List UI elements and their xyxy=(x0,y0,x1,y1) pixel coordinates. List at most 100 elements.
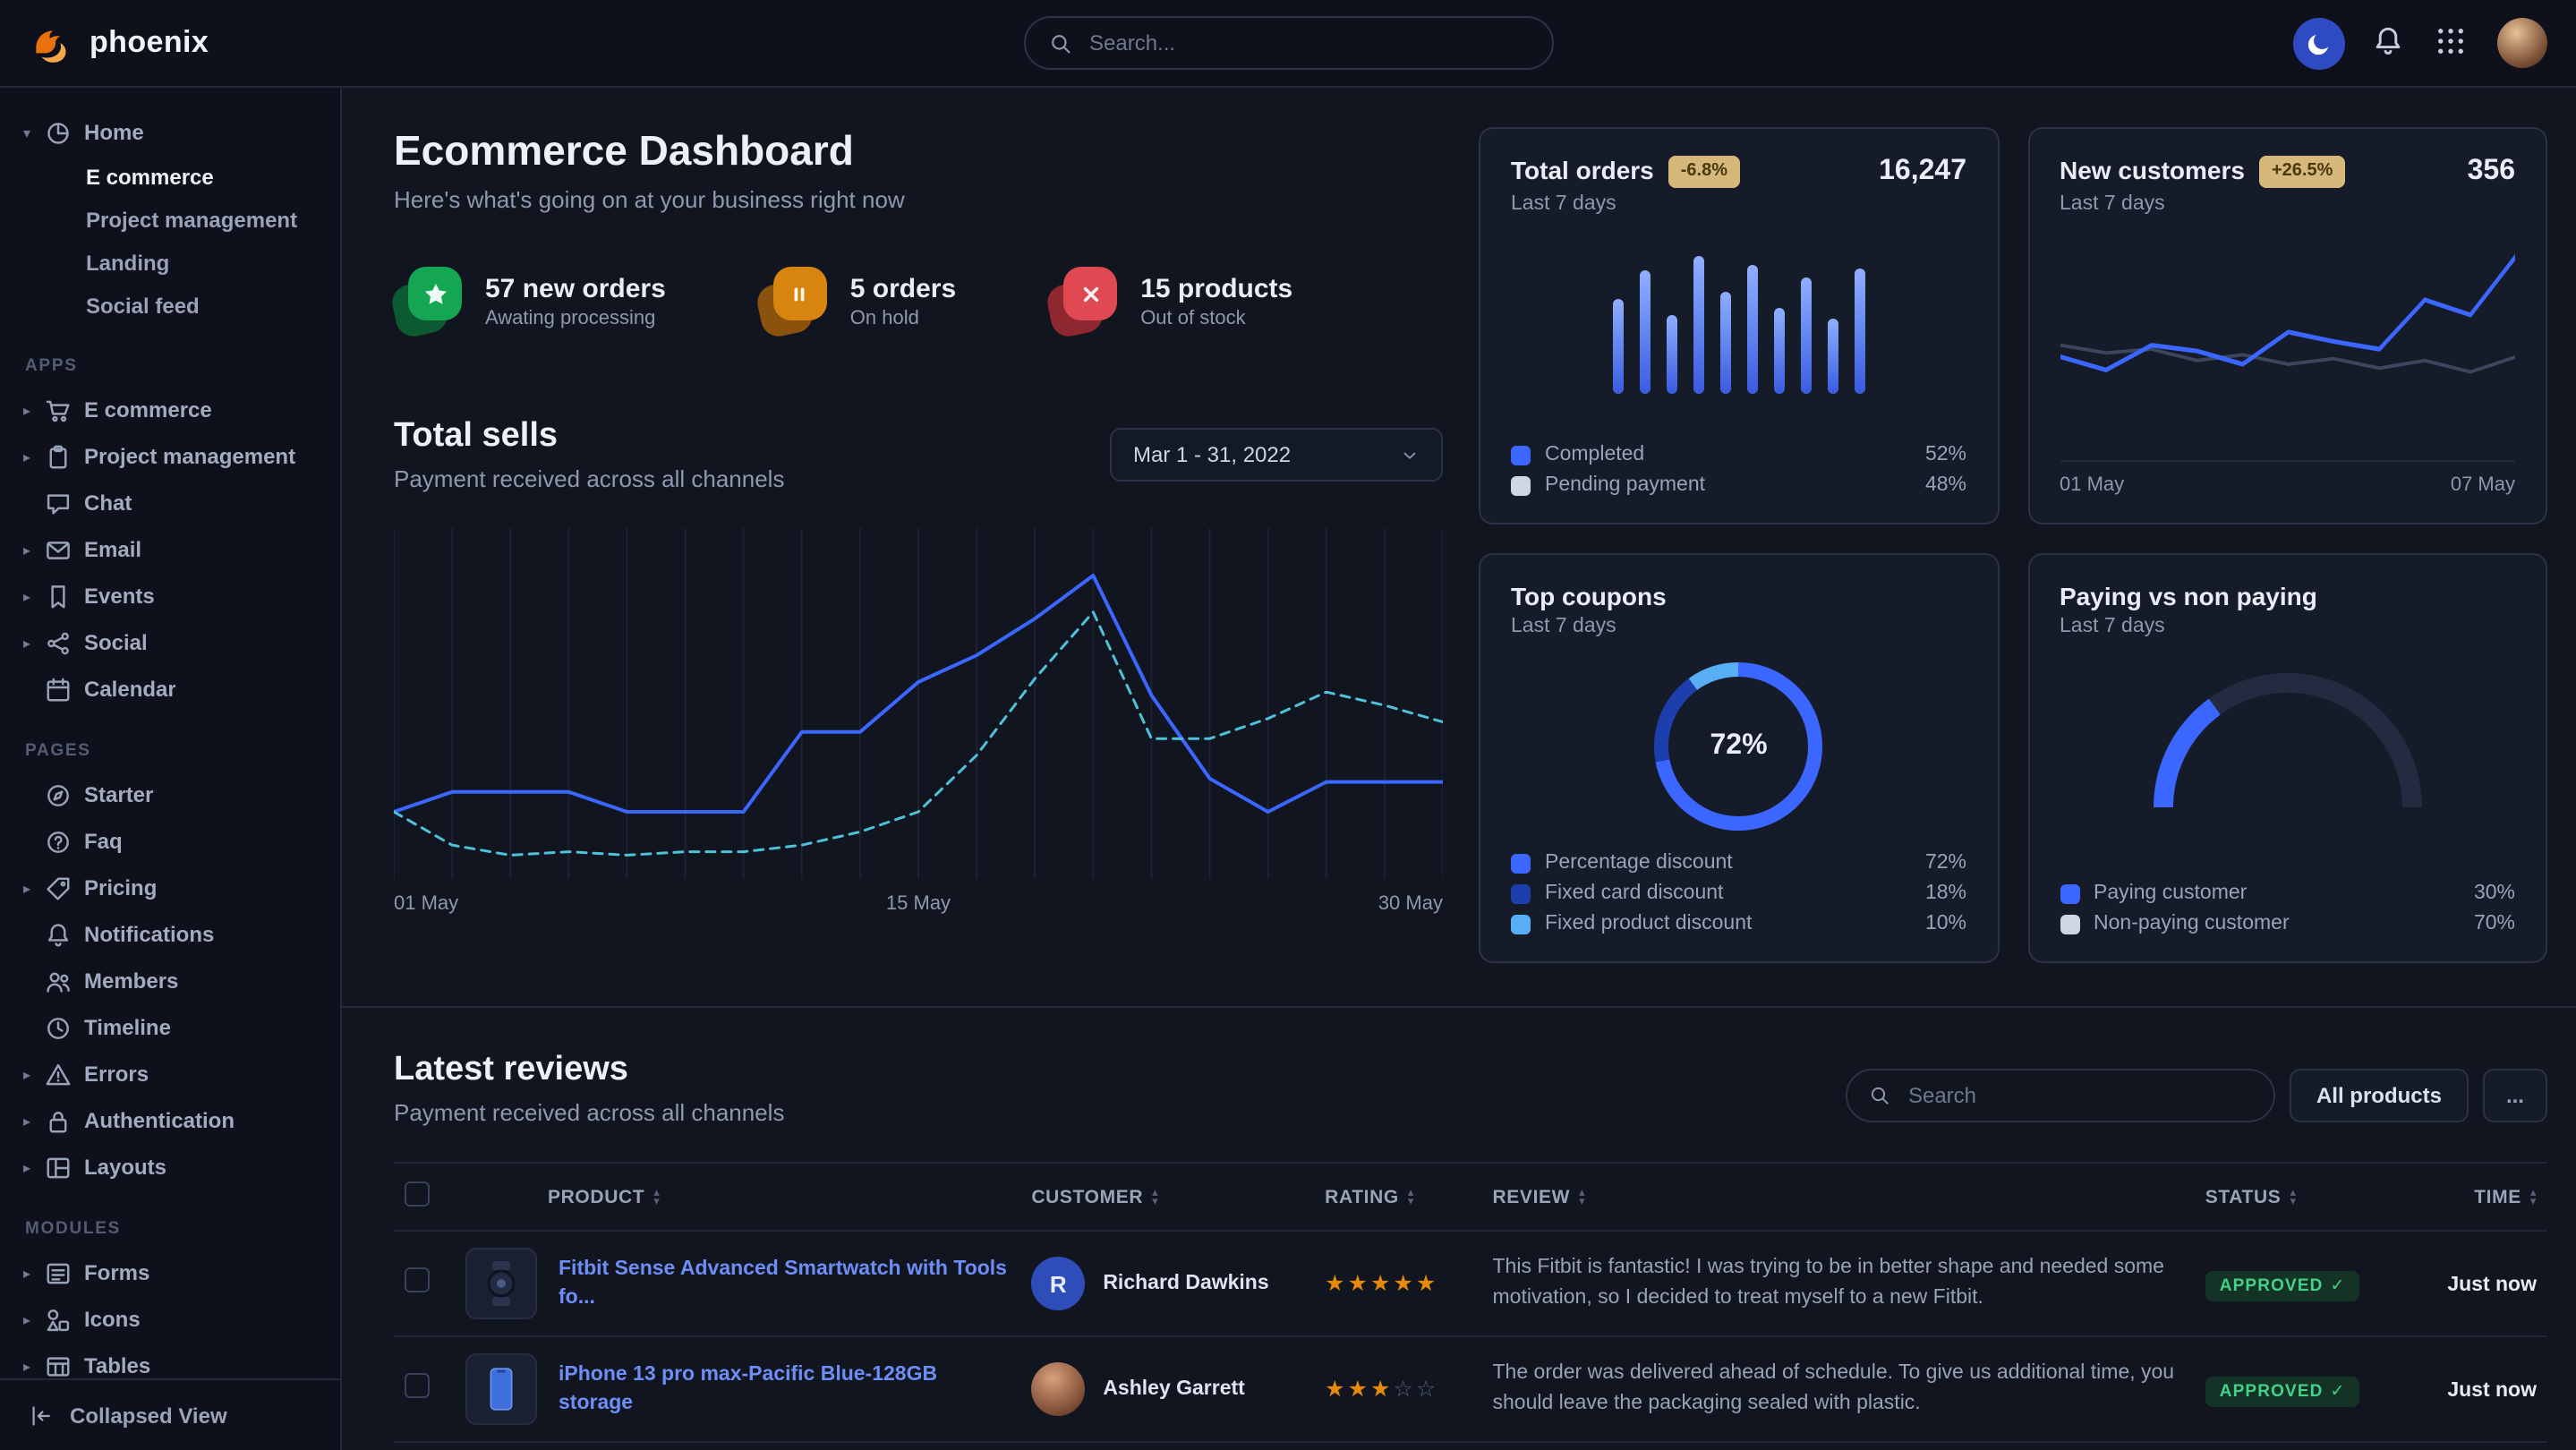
sidebar-item-pricing[interactable]: ▸ Pricing xyxy=(0,865,340,911)
legend-swatch xyxy=(2060,883,2079,903)
card-legend: Percentage discount 72% Fixed card disco… xyxy=(1511,852,1966,934)
tag-icon xyxy=(45,874,72,901)
brand-name: phoenix xyxy=(90,25,209,61)
row-checkbox[interactable] xyxy=(405,1267,430,1292)
legend-value: 30% xyxy=(2474,883,2515,904)
column-header-status[interactable]: STATUS▴▾ xyxy=(2195,1163,2404,1231)
chevron-down-icon xyxy=(1400,445,1420,465)
reviews-search[interactable] xyxy=(1846,1069,2275,1122)
sidebar-item-social-feed[interactable]: Social feed xyxy=(0,285,340,328)
sidebar-item-layouts[interactable]: ▸ Layouts xyxy=(0,1144,340,1190)
calendar-icon xyxy=(45,676,72,703)
card-value: 356 xyxy=(2468,156,2515,188)
stat-caption: On hold xyxy=(850,307,956,328)
shell: ▾ HomeE commerceProject managementLandin… xyxy=(0,88,2576,1450)
sort-icon: ▴▾ xyxy=(1152,1188,1158,1206)
sidebar-item-project-management[interactable]: Project management xyxy=(0,199,340,242)
sidebar-item-members[interactable]: Members xyxy=(0,958,340,1004)
shapes-icon xyxy=(45,1306,72,1333)
sidebar-item-icons[interactable]: ▸ Icons xyxy=(0,1296,340,1343)
caret-right-icon: ▸ xyxy=(23,1159,43,1175)
reviews-search-input[interactable] xyxy=(1905,1081,2252,1110)
form-icon xyxy=(45,1259,72,1286)
sidebar-item-e-commerce[interactable]: E commerce xyxy=(0,156,340,199)
brand[interactable]: phoenix xyxy=(29,21,209,65)
sidebar-item-email[interactable]: ▸ Email xyxy=(0,526,340,573)
legend-label: Fixed card discount xyxy=(1545,883,1723,904)
more-options-button[interactable]: ... xyxy=(2483,1069,2547,1122)
pie-chart-icon xyxy=(45,119,72,146)
bell-icon xyxy=(45,921,72,948)
sidebar-item-chat[interactable]: Chat xyxy=(0,480,340,526)
legend-value: 18% xyxy=(1925,883,1966,904)
sidebar: ▾ HomeE commerceProject managementLandin… xyxy=(0,88,342,1450)
legend-row: Pending payment 48% xyxy=(1511,474,1966,496)
order-bar xyxy=(1640,271,1651,394)
sidebar-item-starter[interactable]: Starter xyxy=(0,772,340,818)
warning-icon xyxy=(45,1061,72,1088)
sidebar-item-project-management[interactable]: ▸ Project management xyxy=(0,433,340,480)
sidebar-item-tables[interactable]: ▸ Tables xyxy=(0,1343,340,1378)
sidebar-item-home[interactable]: ▾ Home xyxy=(0,109,340,156)
x-axis-label: 01 May xyxy=(2060,474,2124,496)
check-icon: ✓ xyxy=(2331,1381,2346,1401)
sort-icon: ▴▾ xyxy=(1579,1188,1585,1206)
product-thumbnail-smartphone xyxy=(465,1353,537,1425)
caret-right-icon: ▸ xyxy=(23,1358,43,1374)
column-header-product[interactable]: PRODUCT▴▾ xyxy=(455,1163,1020,1231)
theme-toggle-button[interactable] xyxy=(2293,17,2345,69)
legend-value: 70% xyxy=(2474,913,2515,934)
mail-icon xyxy=(45,536,72,563)
legend-swatch xyxy=(1511,914,1531,934)
notifications-button[interactable] xyxy=(2372,25,2408,61)
sidebar-item-forms[interactable]: ▸ Forms xyxy=(0,1250,340,1296)
column-header-rating[interactable]: RATING▴▾ xyxy=(1314,1163,1481,1231)
product-link[interactable]: iPhone 13 pro max-Pacific Blue-128GB sto… xyxy=(559,1360,1010,1418)
customer-name: Ashley Garrett xyxy=(1103,1378,1245,1400)
question-icon xyxy=(45,828,72,855)
all-products-button[interactable]: All products xyxy=(2290,1069,2469,1122)
sidebar-item-events[interactable]: ▸ Events xyxy=(0,573,340,619)
apps-grid-button[interactable] xyxy=(2435,25,2470,61)
customer-avatar[interactable]: R xyxy=(1031,1257,1085,1310)
orders-bar-chart xyxy=(1511,236,1966,394)
sidebar-item-faq[interactable]: Faq xyxy=(0,818,340,865)
order-bar xyxy=(1774,307,1785,394)
layout-icon xyxy=(45,1154,72,1181)
sidebar-item-e-commerce[interactable]: ▸ E commerce xyxy=(0,387,340,433)
date-range-select[interactable]: Mar 1 - 31, 2022 xyxy=(1110,428,1443,482)
legend-value: 52% xyxy=(1925,444,1966,465)
card-period: Last 7 days xyxy=(1511,616,1966,637)
trend-badge: -6.8% xyxy=(1668,156,1740,188)
row-checkbox[interactable] xyxy=(405,1372,430,1397)
sidebar-item-landing[interactable]: Landing xyxy=(0,242,340,285)
sidebar-item-social[interactable]: ▸ Social xyxy=(0,619,340,666)
clipboard-icon xyxy=(45,443,72,470)
caret-right-icon: ▸ xyxy=(23,1066,43,1082)
caret-right-icon: ▸ xyxy=(23,1311,43,1327)
caret-right-icon: ▸ xyxy=(23,1113,43,1129)
collapsed-view-toggle[interactable]: Collapsed View xyxy=(0,1378,340,1450)
legend-value: 72% xyxy=(1925,852,1966,874)
sidebar-item-authentication[interactable]: ▸ Authentication xyxy=(0,1097,340,1144)
coupons-donut-chart: 72% xyxy=(1655,662,1823,831)
column-header-time[interactable]: TIME▴▾ xyxy=(2404,1163,2547,1231)
order-bar xyxy=(1667,315,1677,394)
user-avatar[interactable] xyxy=(2497,18,2547,68)
sidebar-item-timeline[interactable]: Timeline xyxy=(0,1004,340,1051)
table-header-row: PRODUCT▴▾ CUSTOMER▴▾ RATING▴▾ REVIEW▴▾ S… xyxy=(394,1163,2547,1231)
sidebar-item-notifications[interactable]: Notifications xyxy=(0,911,340,958)
select-all-checkbox[interactable] xyxy=(405,1181,430,1207)
global-search-input[interactable] xyxy=(1086,29,1528,57)
sidebar-item-calendar[interactable]: Calendar xyxy=(0,666,340,712)
product-link[interactable]: Fitbit Sense Advanced Smartwatch with To… xyxy=(559,1255,1010,1312)
column-header-customer[interactable]: CUSTOMER▴▾ xyxy=(1020,1163,1314,1231)
global-search[interactable] xyxy=(1023,16,1553,70)
caret-right-icon: ▸ xyxy=(23,635,43,651)
sort-icon: ▴▾ xyxy=(2290,1188,2296,1206)
column-header-review[interactable]: REVIEW▴▾ xyxy=(1482,1163,2195,1231)
sidebar-item-errors[interactable]: ▸ Errors xyxy=(0,1051,340,1097)
order-bar xyxy=(1855,268,1865,394)
main-content: Ecommerce Dashboard Here's what's going … xyxy=(342,88,2576,1450)
customer-avatar[interactable] xyxy=(1031,1362,1085,1416)
